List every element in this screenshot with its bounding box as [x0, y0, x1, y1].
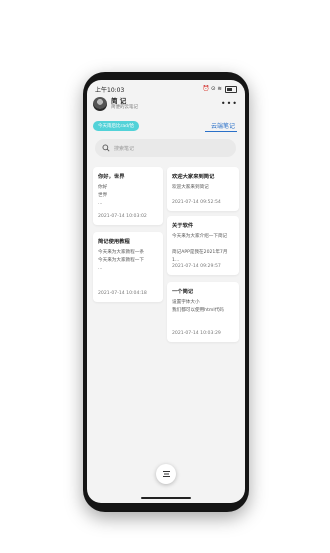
note-card[interactable]: 关于软件 今天来为大家介绍一下简记 简记APP是我在2021年7月1... 20…: [167, 216, 239, 275]
note-card[interactable]: 一个简记 设置字体大小 我们都可以使用html代码 2021-07-14 10:…: [167, 282, 239, 342]
note-card[interactable]: 欢迎大家来到简记 欢迎大家来到简记 2021-07-14 09:52:54: [167, 167, 239, 211]
note-date: 2021-07-14 10:03:02: [98, 214, 147, 219]
pill-label: 今天雨后比rad/恰: [98, 124, 134, 129]
note-title: 欢迎大家来到简记: [172, 174, 215, 180]
battery-icon: [225, 85, 237, 93]
profile-name: 简 记: [111, 97, 127, 105]
search-placeholder: 搜索笔记: [114, 145, 135, 152]
note-title: 一个简记: [172, 289, 194, 295]
local-notes-pill[interactable]: 今天雨后比rad/恰: [93, 121, 139, 131]
search-icon: [102, 144, 110, 152]
tab-cloud-notes[interactable]: 云端笔记: [211, 121, 235, 130]
status-icons: ⏰ ⊙ ≋: [202, 85, 237, 93]
status-icons-text: ⏰ ⊙ ≋: [202, 86, 222, 92]
profile-header[interactable]: 简 记 简便的云笔记: [93, 97, 138, 111]
note-date: 2021-07-14 10:03:29: [172, 331, 221, 336]
note-card[interactable]: 你好，世界 你好 世界 ... 2021-07-14 10:03:02: [93, 167, 163, 225]
home-indicator[interactable]: [141, 497, 191, 499]
menu-lines-icon: [162, 471, 170, 477]
tab-active-indicator: [205, 131, 237, 132]
more-dots-icon[interactable]: •••: [221, 99, 238, 108]
menu-fab-button[interactable]: [156, 464, 176, 484]
note-body: 你好 世界 ...: [98, 185, 108, 206]
note-title: 关于软件: [172, 223, 194, 229]
note-card[interactable]: 简记使用教程 今天来为大家教程一条 今天来为大家教程一下 ... 2021-07…: [93, 232, 163, 302]
note-date: 2021-07-14 10:04:18: [98, 291, 147, 296]
note-body: 欢迎大家来到简记: [172, 185, 209, 190]
note-body: 设置字体大小 我们都可以使用html代码: [172, 300, 224, 313]
profile-subtitle: 简便的云笔记: [111, 105, 138, 110]
note-body: 今天来为大家教程一条 今天来为大家教程一下 ...: [98, 250, 144, 271]
note-date: 2021-07-14 09:29:57: [172, 264, 221, 269]
status-time: 上午10:03: [95, 86, 125, 94]
search-input[interactable]: 搜索笔记: [95, 139, 236, 157]
note-title: 你好，世界: [98, 174, 125, 180]
avatar[interactable]: [93, 97, 107, 111]
note-title: 简记使用教程: [98, 239, 130, 245]
app-screen: 上午10:03 ⏰ ⊙ ≋ 简 记 简便的云笔记 ••• 今天雨后比rad/恰 …: [87, 80, 245, 503]
note-body: 今天来为大家介绍一下简记 简记APP是我在2021年7月1...: [172, 234, 228, 263]
note-date: 2021-07-14 09:52:54: [172, 200, 221, 205]
status-bar: 上午10:03 ⏰ ⊙ ≋: [95, 84, 237, 94]
